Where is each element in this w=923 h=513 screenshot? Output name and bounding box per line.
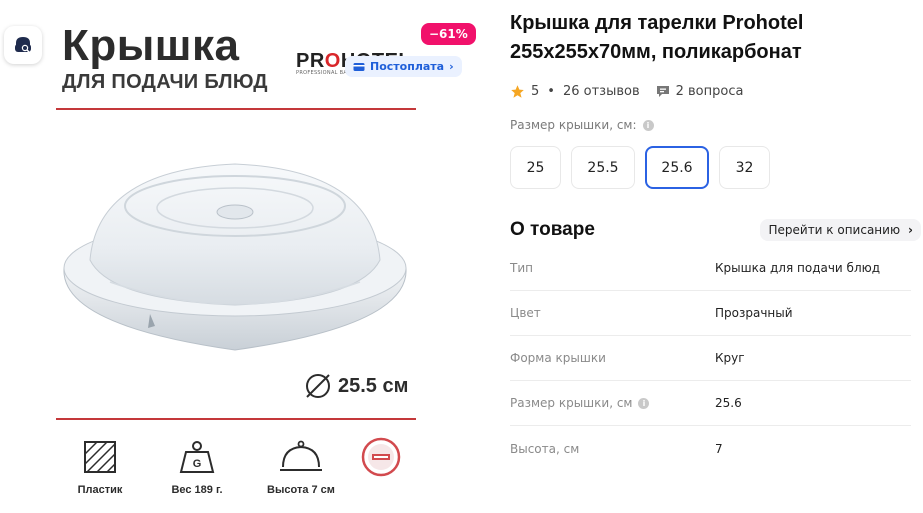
size-label-text: Размер крышки, см: — [510, 118, 637, 132]
feature-weight: G Вес 189 г. — [147, 438, 247, 496]
property-name: Тип — [510, 261, 533, 275]
product-image-panel[interactable]: Крышка ДЛЯ ПОДАЧИ БЛЮД PROHOTEL PROFESSI… — [0, 0, 480, 513]
info-icon[interactable]: i — [642, 119, 654, 131]
card-icon — [353, 62, 365, 71]
size-option-25[interactable]: 25 — [510, 146, 561, 189]
promo-title: Крышка — [62, 21, 240, 70]
about-heading: О товаре — [510, 219, 595, 240]
postpay-label: Постоплата — [370, 60, 445, 73]
property-row: Высота, см 7 — [510, 426, 911, 471]
feature-height-label: Высота 7 см — [267, 484, 335, 496]
svg-text:G: G — [193, 458, 202, 470]
property-name-text: Размер крышки, см — [510, 396, 633, 410]
property-row: Размер крышки, см i 25.6 — [510, 381, 911, 426]
size-options: 25 25.5 25.6 32 — [510, 146, 770, 189]
product-title: Крышка для тарелки Prohotel 255x255x70мм… — [510, 12, 804, 63]
chevron-right-icon: › — [449, 60, 454, 73]
material-hatch-icon — [84, 441, 116, 473]
star-icon — [511, 85, 524, 98]
weight-icon: G — [179, 441, 215, 473]
size-selector-label: Размер крышки, см: i — [510, 118, 654, 132]
property-value: 25.6 — [715, 396, 742, 410]
cloche-product-image — [63, 163, 407, 351]
property-name-with-info: Размер крышки, см i — [510, 396, 715, 410]
property-name: Высота, см — [510, 441, 580, 456]
divider-top — [56, 108, 416, 110]
questions-link[interactable]: 2 вопроса — [656, 84, 744, 99]
property-value: 7 — [715, 441, 723, 456]
discount-badge: −61% — [421, 23, 476, 45]
reviews-link[interactable]: 26 отзывов — [563, 84, 640, 99]
cloche-icon — [280, 440, 322, 471]
rating-value: 5 — [531, 84, 540, 99]
dishwasher-safe-badge-icon — [361, 437, 401, 477]
size-option-25-5[interactable]: 25.5 — [571, 146, 635, 189]
info-icon[interactable]: i — [638, 397, 650, 409]
question-bubble-icon — [656, 86, 669, 97]
postpay-badge[interactable]: Постоплата › — [345, 56, 462, 77]
properties-table: Тип Крышка для подачи блюд Цвет Прозрачн… — [510, 246, 911, 471]
property-name: Цвет — [510, 306, 541, 320]
rating-separator: • — [547, 84, 555, 99]
rating-row: 5 • 26 отзывов 2 вопроса — [510, 84, 743, 99]
image-search-button[interactable] — [4, 26, 42, 64]
size-option-25-6[interactable]: 25.6 — [645, 146, 709, 189]
diameter-icon — [306, 374, 330, 398]
feature-material-label: Пластик — [77, 484, 123, 496]
property-value: Круг — [715, 351, 745, 365]
questions-label: 2 вопроса — [675, 84, 744, 99]
property-name: Форма крышки — [510, 351, 606, 365]
property-value: Крышка для подачи блюд — [715, 261, 881, 275]
product-info-panel: Крышка для тарелки Prohotel 255x255x70мм… — [510, 0, 923, 513]
diameter-annotation: 25.5 см — [304, 372, 408, 400]
property-row: Цвет Прозрачный — [510, 291, 911, 336]
goto-description-label: Перейти к описанию — [768, 223, 901, 237]
feature-weight-label: Вес 189 г. — [171, 484, 223, 496]
property-value: Прозрачный — [715, 306, 793, 320]
property-row: Тип Крышка для подачи блюд — [510, 246, 911, 291]
property-row: Форма крышки Круг — [510, 336, 911, 381]
chevron-right-icon: › — [908, 223, 913, 237]
goto-description-button[interactable]: Перейти к описанию › — [760, 219, 921, 241]
size-option-32[interactable]: 32 — [719, 146, 770, 189]
diameter-label: 25.5 см — [338, 374, 409, 397]
lens-search-icon — [15, 37, 31, 54]
promo-subtitle: ДЛЯ ПОДАЧИ БЛЮД — [62, 71, 268, 93]
feature-material: Пластик — [50, 438, 150, 496]
divider-bottom — [56, 418, 416, 420]
feature-dishwasher — [331, 437, 431, 484]
